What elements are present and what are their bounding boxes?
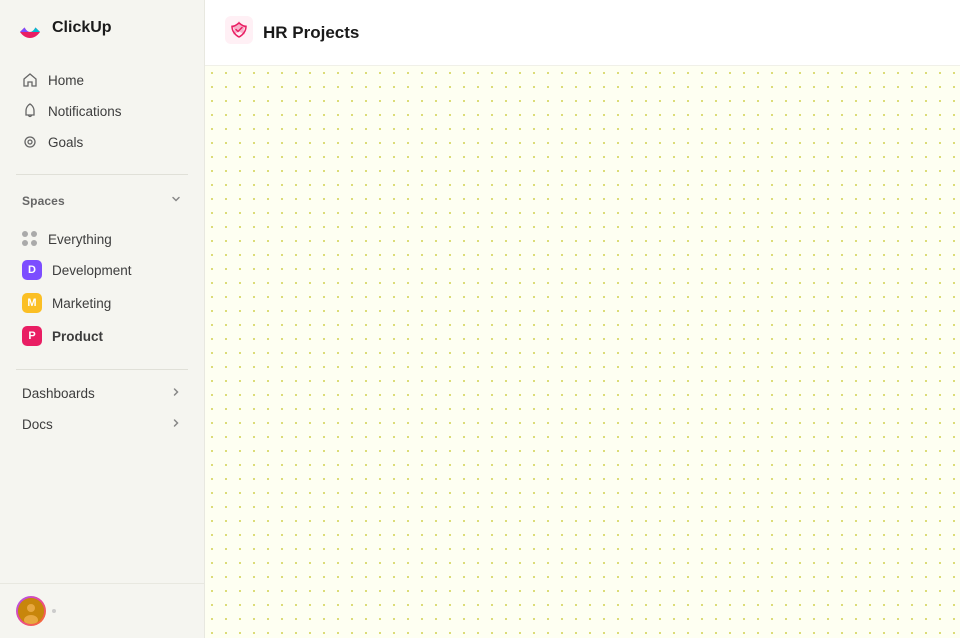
notifications-label: Notifications	[48, 104, 122, 119]
sidebar-item-home[interactable]: Home	[6, 65, 198, 95]
dashboards-label: Dashboards	[22, 386, 95, 401]
divider-2	[16, 369, 188, 370]
chevron-right-icon-dashboards	[170, 386, 182, 401]
clickup-logo	[16, 14, 44, 42]
sidebar-item-development[interactable]: D Development	[6, 254, 198, 286]
avatar	[18, 598, 44, 624]
status-dot	[50, 607, 58, 615]
product-label: Product	[52, 329, 103, 344]
chevron-down-icon	[170, 193, 182, 208]
main-content: HR Projects	[205, 0, 960, 638]
user-avatar-container[interactable]	[16, 596, 58, 626]
avatar-ring	[16, 596, 46, 626]
docs-label: Docs	[22, 417, 53, 432]
marketing-avatar: M	[22, 293, 42, 313]
page-title: HR Projects	[263, 23, 359, 43]
dashboards-left: Dashboards	[22, 386, 95, 401]
goals-icon	[22, 134, 38, 150]
goals-label: Goals	[48, 135, 83, 150]
sidebar-item-marketing[interactable]: M Marketing	[6, 287, 198, 319]
spaces-header[interactable]: Spaces	[6, 187, 198, 214]
product-avatar: P	[22, 326, 42, 346]
sidebar-item-notifications[interactable]: Notifications	[6, 96, 198, 126]
development-label: Development	[52, 263, 132, 278]
spaces-list: Everything D Development M Marketing P P…	[0, 216, 204, 361]
sidebar-item-dashboards[interactable]: Dashboards	[6, 379, 198, 408]
sidebar-item-everything[interactable]: Everything	[6, 225, 198, 253]
bell-icon	[22, 103, 38, 119]
marketing-label: Marketing	[52, 296, 111, 311]
sidebar: ClickUp Home Notifications	[0, 0, 205, 638]
page-icon	[225, 16, 253, 49]
nav-section: Home Notifications Goals	[0, 56, 204, 166]
home-icon	[22, 72, 38, 88]
development-avatar: D	[22, 260, 42, 280]
spaces-label: Spaces	[22, 194, 65, 208]
everything-icon	[22, 231, 38, 247]
sidebar-item-docs[interactable]: Docs	[6, 410, 198, 439]
page-header: HR Projects	[205, 0, 960, 66]
docs-left: Docs	[22, 417, 53, 432]
app-name: ClickUp	[52, 19, 112, 37]
sidebar-footer[interactable]	[0, 583, 204, 638]
divider-1	[16, 174, 188, 175]
sidebar-item-product[interactable]: P Product	[6, 320, 198, 352]
everything-label: Everything	[48, 232, 112, 247]
dotted-canvas	[205, 66, 960, 638]
sidebar-item-goals[interactable]: Goals	[6, 127, 198, 157]
chevron-right-icon-docs	[170, 417, 182, 432]
home-label: Home	[48, 73, 84, 88]
logo-area[interactable]: ClickUp	[0, 0, 204, 56]
